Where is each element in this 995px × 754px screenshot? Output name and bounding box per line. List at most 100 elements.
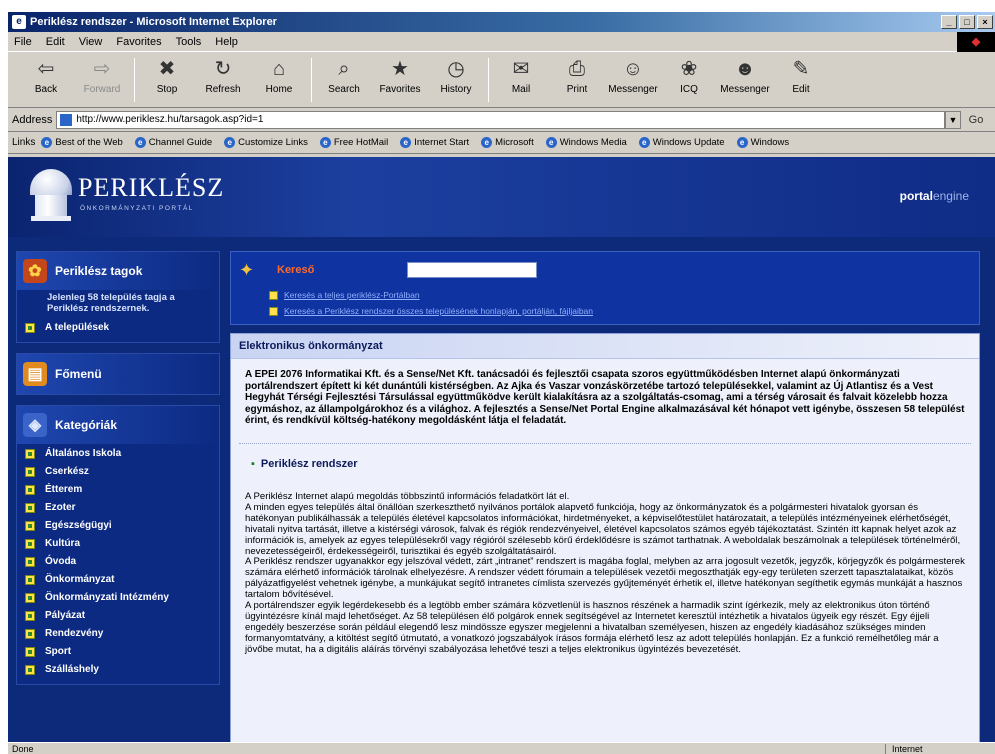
ie-page-icon: e (481, 137, 493, 148)
toolbar-separator (311, 58, 312, 102)
category-item[interactable]: Pályázat (17, 606, 219, 624)
menu-edit[interactable]: Edit (46, 36, 65, 48)
icq-button[interactable]: ❀ ICQ (661, 56, 717, 95)
category-item[interactable]: Ezoter (17, 498, 219, 516)
portal-logo-text: portal (899, 189, 933, 203)
bullet-icon (25, 521, 35, 531)
browser-window: e Periklész rendszer - Microsoft Interne… (8, 12, 995, 754)
category-label: Pályázat (45, 610, 86, 621)
bullet-icon (25, 323, 35, 333)
window-title: Periklész rendszer - Microsoft Internet … (30, 16, 277, 28)
menu-view[interactable]: View (79, 36, 103, 48)
people-icon: ✿ (23, 259, 47, 283)
toolbar-separator (488, 58, 489, 102)
bullet-icon (25, 485, 35, 495)
home-menu-link[interactable]: ▤ Főmenü (17, 354, 219, 394)
icq-icon: ❀ (680, 58, 698, 80)
go-button[interactable]: Go (961, 114, 991, 126)
category-item[interactable]: Rendezvény (17, 624, 219, 642)
address-label: Address (12, 113, 53, 126)
bullet-icon (25, 611, 35, 621)
favorites-icon: ★ (391, 58, 409, 80)
category-item[interactable]: Szálláshely (17, 660, 219, 678)
category-item[interactable]: Kultúra (17, 534, 219, 552)
window-controls: _ □ × (941, 15, 995, 29)
site-subbrand: ÖNKORMÁNYZATI PORTÁL (80, 205, 194, 212)
link-item-label: Windows Update (652, 137, 725, 148)
link-item[interactable]: e Best of the Web (41, 137, 123, 148)
category-label: Cserkész (45, 466, 89, 477)
bullet-icon (25, 557, 35, 567)
ie-page-icon: e (400, 137, 412, 148)
back-button[interactable]: ⇦ Back (18, 56, 74, 95)
home-button[interactable]: ⌂ Home (251, 56, 307, 95)
toolbar-label: Messenger (720, 84, 770, 95)
address-input[interactable]: http://www.periklesz.hu/tarsagok.asp?id=… (56, 110, 945, 129)
address-dropdown-button[interactable]: ▼ (945, 110, 961, 129)
search-input[interactable] (407, 262, 537, 278)
messenger-button[interactable]: ☻ Messenger (717, 56, 773, 95)
search-button[interactable]: ⌕ Search (316, 56, 372, 95)
toolbar-label: Home (265, 84, 293, 95)
bullet-icon (269, 306, 278, 316)
page-icon (60, 113, 73, 126)
categories-icon: ◈ (23, 413, 47, 437)
category-label: Sport (45, 646, 72, 657)
site-brand[interactable]: PERIKLÉSZ (78, 173, 224, 203)
category-label: Rendezvény (45, 628, 104, 639)
article-paragraph: A minden egyes település által önállóan … (245, 501, 961, 557)
bullet-icon (25, 467, 35, 477)
maximize-button[interactable]: □ (959, 15, 975, 29)
members-link[interactable]: A települések (17, 318, 219, 336)
refresh-button[interactable]: ↻ Refresh (195, 56, 251, 95)
menu-favorites[interactable]: Favorites (116, 36, 161, 48)
history-button[interactable]: ◷ History (428, 56, 484, 95)
link-item[interactable]: e Microsoft (481, 137, 534, 148)
minimize-button[interactable]: _ (941, 15, 957, 29)
category-item[interactable]: Önkormányzat (17, 570, 219, 588)
site-header: PERIKLÉSZ ÖNKORMÁNYZATI PORTÁL portaleng… (8, 157, 995, 237)
category-item[interactable]: Cserkész (17, 462, 219, 480)
category-item[interactable]: Étterem (17, 480, 219, 498)
category-item[interactable]: Egészségügyi (17, 516, 219, 534)
mail-button[interactable]: ✉ Mail (493, 56, 549, 95)
bullet-icon (25, 575, 35, 585)
forward-arrow-icon: ⇨ (93, 58, 111, 80)
toolbar-label: Messenger (608, 84, 658, 95)
forward-button[interactable]: ⇨ Forward (74, 56, 130, 95)
category-label: Önkormányzati Intézmény (45, 592, 169, 603)
dome-logo-icon (30, 169, 72, 221)
menu-file[interactable]: File (14, 36, 32, 48)
article-panel: Elektronikus önkormányzat A EPEI 2076 In… (230, 333, 980, 742)
search-link-portal[interactable]: Keresés a teljes periklész-Portálban (269, 290, 420, 300)
link-item[interactable]: e Customize Links (224, 137, 308, 148)
refresh-icon: ↻ (214, 58, 232, 80)
link-item[interactable]: e Windows (736, 137, 789, 148)
menu-tools[interactable]: Tools (176, 36, 202, 48)
toolbar-label: Search (328, 84, 360, 95)
bullet-icon (25, 629, 35, 639)
link-item[interactable]: e Windows Media (545, 137, 627, 148)
ie-page-icon: e (638, 137, 650, 148)
link-item[interactable]: e Windows Update (638, 137, 725, 148)
category-item[interactable]: Önkormányzati Intézmény (17, 588, 219, 606)
edit-button[interactable]: ✎ Edit (773, 56, 829, 95)
link-item[interactable]: e Free HotMail (319, 137, 389, 148)
menu-help[interactable]: Help (215, 36, 238, 48)
search-link-all[interactable]: Keresés a Periklész rendszer összes tele… (269, 306, 593, 316)
engine-logo-text: engine (932, 189, 969, 203)
stop-button[interactable]: ✖ Stop (139, 56, 195, 95)
category-item[interactable]: Óvoda (17, 552, 219, 570)
close-button[interactable]: × (977, 15, 993, 29)
category-item[interactable]: Sport (17, 642, 219, 660)
messenger-button[interactable]: ☺ Messenger (605, 56, 661, 95)
messenger-icon: ☺ (622, 58, 644, 80)
category-item[interactable]: Általános Iskola (17, 444, 219, 462)
link-item-label: Free HotMail (333, 137, 389, 148)
print-button[interactable]: ⎙ Print (549, 56, 605, 95)
favorites-button[interactable]: ★ Favorites (372, 56, 428, 95)
article-subhead[interactable]: ▪ Periklész rendszer (231, 458, 979, 492)
link-item[interactable]: e Channel Guide (134, 137, 212, 148)
toolbar-label: ICQ (680, 84, 698, 95)
link-item[interactable]: e Internet Start (400, 137, 469, 148)
